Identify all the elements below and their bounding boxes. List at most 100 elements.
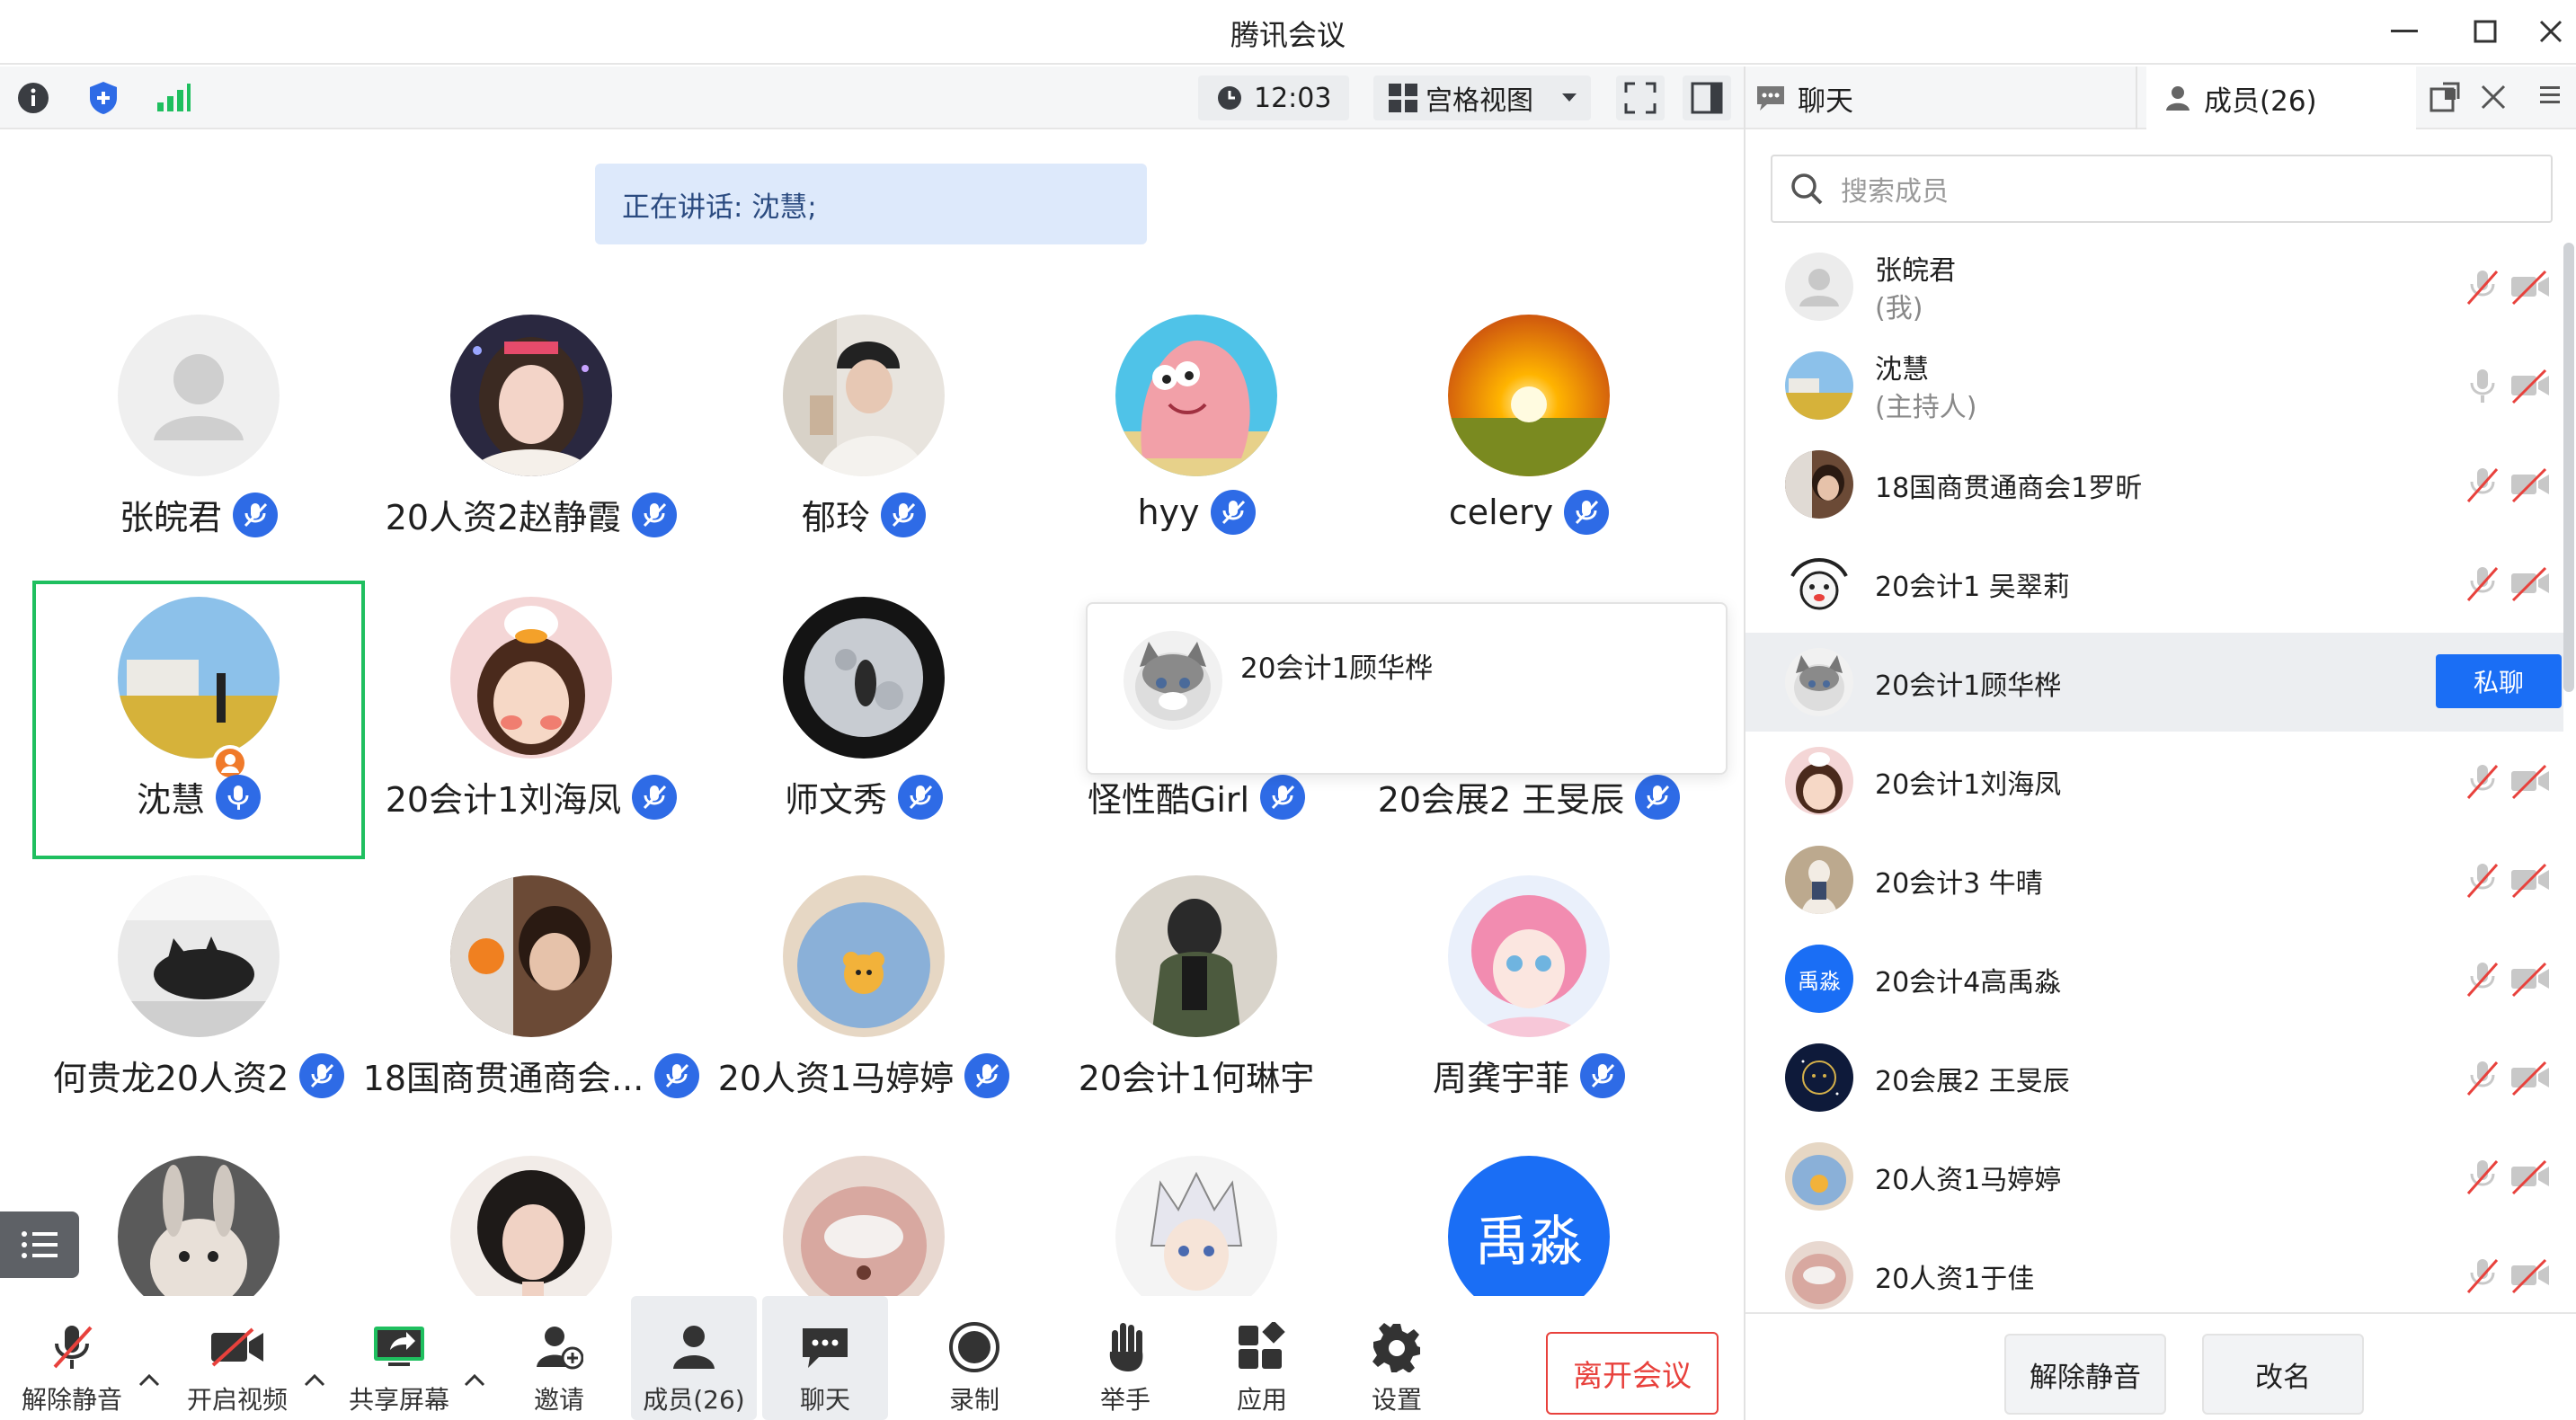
private-chat-button[interactable]: 私聊 bbox=[2436, 654, 2562, 708]
mic-muted-icon[interactable] bbox=[2465, 268, 2500, 306]
unmute-button[interactable]: 解除静音 bbox=[9, 1296, 135, 1420]
list-item[interactable]: 张皖君 (我) bbox=[1745, 237, 2563, 336]
camera-off-icon[interactable] bbox=[2509, 1256, 2551, 1294]
participant-tile[interactable]: hyy bbox=[1030, 315, 1363, 593]
participant-tile[interactable]: 周龚宇菲 bbox=[1363, 875, 1695, 1154]
share-screen-button[interactable]: 共享屏幕 bbox=[336, 1296, 462, 1420]
hover-card-name: 20会计1顾华桦 bbox=[1240, 652, 1434, 685]
list-item[interactable]: 20会展2 王旻辰 bbox=[1745, 1028, 2563, 1127]
member-name: 20人资1于佳 bbox=[1875, 1264, 2035, 1295]
mic-muted-icon[interactable] bbox=[2465, 861, 2500, 899]
members-button[interactable]: 成员(26) bbox=[631, 1296, 757, 1420]
list-item[interactable]: 20会计1刘海凤 bbox=[1745, 732, 2563, 830]
mic-muted-icon[interactable] bbox=[2465, 1059, 2500, 1096]
maximize-button[interactable] bbox=[2463, 11, 2508, 52]
close-button[interactable] bbox=[2531, 11, 2571, 52]
security-shield-icon[interactable] bbox=[81, 75, 126, 120]
apps-button[interactable]: 应用 bbox=[1199, 1296, 1325, 1420]
list-item[interactable]: 18国商贯通商会1罗昕 bbox=[1745, 435, 2563, 534]
minimize-button[interactable] bbox=[2382, 11, 2427, 52]
participant-tile[interactable]: 20会计1刘海凤 bbox=[365, 597, 697, 875]
camera-off-icon[interactable] bbox=[2509, 762, 2551, 800]
member-search-input[interactable]: 搜索成员 bbox=[1771, 155, 2553, 223]
participant-tile[interactable]: 师文秀 bbox=[697, 597, 1030, 875]
list-item[interactable]: 20会计1 吴翠莉 bbox=[1745, 534, 2563, 633]
start-video-button[interactable]: 开启视频 bbox=[174, 1296, 300, 1420]
leave-meeting-button[interactable]: 离开会议 bbox=[1546, 1332, 1719, 1415]
tab-members[interactable]: 成员(26) bbox=[2146, 67, 2416, 129]
tab-chat[interactable]: 聊天 bbox=[1756, 67, 1853, 129]
avatar bbox=[1115, 1156, 1277, 1296]
info-icon[interactable] bbox=[11, 75, 56, 120]
camera-off-icon[interactable] bbox=[2509, 1158, 2551, 1195]
list-item[interactable]: 20会计3 牛晴 bbox=[1745, 830, 2563, 929]
raise-hand-button[interactable]: 举手 bbox=[1062, 1296, 1188, 1420]
participant-tile[interactable]: 何贵龙20人资2 bbox=[32, 875, 365, 1154]
mic-muted-icon[interactable] bbox=[2465, 762, 2500, 800]
participant-name: 20人资2赵静霞 bbox=[385, 498, 622, 537]
view-selector[interactable]: 宫格视图 bbox=[1373, 75, 1591, 120]
mic-muted-icon[interactable] bbox=[2465, 466, 2500, 503]
camera-off-icon[interactable] bbox=[2509, 564, 2551, 602]
camera-off-icon[interactable] bbox=[2509, 1059, 2551, 1096]
tab-members-label: 成员(26) bbox=[2204, 84, 2317, 118]
audio-options-caret[interactable] bbox=[131, 1362, 167, 1398]
list-item[interactable]: 20人资1于佳 bbox=[1745, 1226, 2563, 1312]
popout-icon[interactable] bbox=[2429, 81, 2461, 113]
participant-tile[interactable]: 张皖君 bbox=[32, 315, 365, 593]
fullscreen-button[interactable] bbox=[1616, 75, 1665, 120]
camera-off-icon[interactable] bbox=[2509, 960, 2551, 998]
avatar bbox=[1785, 1142, 1853, 1211]
signal-strength-icon[interactable] bbox=[151, 75, 196, 120]
grid-view-icon bbox=[1389, 84, 1417, 112]
mic-muted-icon[interactable] bbox=[2465, 960, 2500, 998]
list-item[interactable]: 沈慧 (主持人) bbox=[1745, 336, 2563, 435]
participant-tile[interactable]: 郁玲 bbox=[697, 315, 1030, 593]
rename-button[interactable]: 改名 bbox=[2202, 1334, 2364, 1415]
menu-icon[interactable] bbox=[2536, 81, 2569, 113]
list-item-selected[interactable]: 20会计1顾华桦 私聊 bbox=[1745, 633, 2563, 732]
close-panel-icon[interactable] bbox=[2477, 81, 2509, 113]
participant-tile[interactable]: 20人资1马婷婷 bbox=[697, 875, 1030, 1154]
avatar bbox=[1785, 253, 1853, 321]
camera-off-icon[interactable] bbox=[2509, 367, 2551, 404]
camera-off-icon[interactable] bbox=[2509, 861, 2551, 899]
participant-tile[interactable] bbox=[1030, 1156, 1363, 1296]
mic-muted-icon[interactable] bbox=[2465, 564, 2500, 602]
member-role: (主持人) bbox=[1875, 392, 1977, 423]
video-options-caret[interactable] bbox=[297, 1362, 333, 1398]
share-options-caret[interactable] bbox=[457, 1362, 493, 1398]
participant-tile[interactable]: 18国商贯通商会... bbox=[363, 875, 700, 1154]
member-list-scrollbar[interactable] bbox=[2563, 243, 2574, 692]
meeting-timer: 12:03 bbox=[1198, 75, 1349, 120]
unmute-all-button[interactable]: 解除静音 bbox=[2004, 1334, 2166, 1415]
participant-tile[interactable]: 禹淼 bbox=[1363, 1156, 1695, 1296]
record-button[interactable]: 录制 bbox=[911, 1296, 1037, 1420]
mic-muted-icon[interactable] bbox=[2465, 1158, 2500, 1195]
sidebar-toggle-button[interactable] bbox=[1683, 75, 1731, 120]
settings-button[interactable]: 设置 bbox=[1334, 1296, 1460, 1420]
participant-tile-active[interactable]: 沈慧 bbox=[32, 597, 365, 875]
participant-list-toggle-button[interactable] bbox=[0, 1211, 79, 1278]
mic-muted-icon bbox=[632, 774, 678, 820]
chat-bubble-icon bbox=[803, 1328, 848, 1368]
participant-tile[interactable]: celery bbox=[1363, 315, 1695, 593]
camera-off-icon[interactable] bbox=[2509, 268, 2551, 306]
list-item[interactable]: 禹淼 20会计4高禹淼 bbox=[1745, 929, 2563, 1028]
chat-button[interactable]: 聊天 bbox=[762, 1296, 888, 1420]
participant-tile[interactable] bbox=[697, 1156, 1030, 1296]
list-item[interactable]: 20人资1马婷婷 bbox=[1745, 1127, 2563, 1226]
participant-tile[interactable]: 20会计1何琳宇 bbox=[1030, 875, 1363, 1154]
mic-on-icon[interactable] bbox=[2465, 367, 2500, 404]
avatar bbox=[1785, 846, 1853, 914]
top-toolbar: 12:03 宫格视图 bbox=[0, 67, 1744, 129]
avatar bbox=[118, 315, 280, 476]
invite-button[interactable]: 邀请 bbox=[496, 1296, 622, 1420]
participant-tile[interactable]: 20人资2赵静霞 bbox=[365, 315, 697, 593]
mic-muted-icon[interactable] bbox=[2465, 1256, 2500, 1294]
camera-off-icon[interactable] bbox=[2509, 466, 2551, 503]
chat-bubble-icon bbox=[1757, 86, 1784, 111]
participant-tile[interactable] bbox=[32, 1156, 365, 1296]
participant-hover-card[interactable]: 20会计1顾华桦 bbox=[1086, 602, 1728, 775]
participant-tile[interactable] bbox=[365, 1156, 697, 1296]
